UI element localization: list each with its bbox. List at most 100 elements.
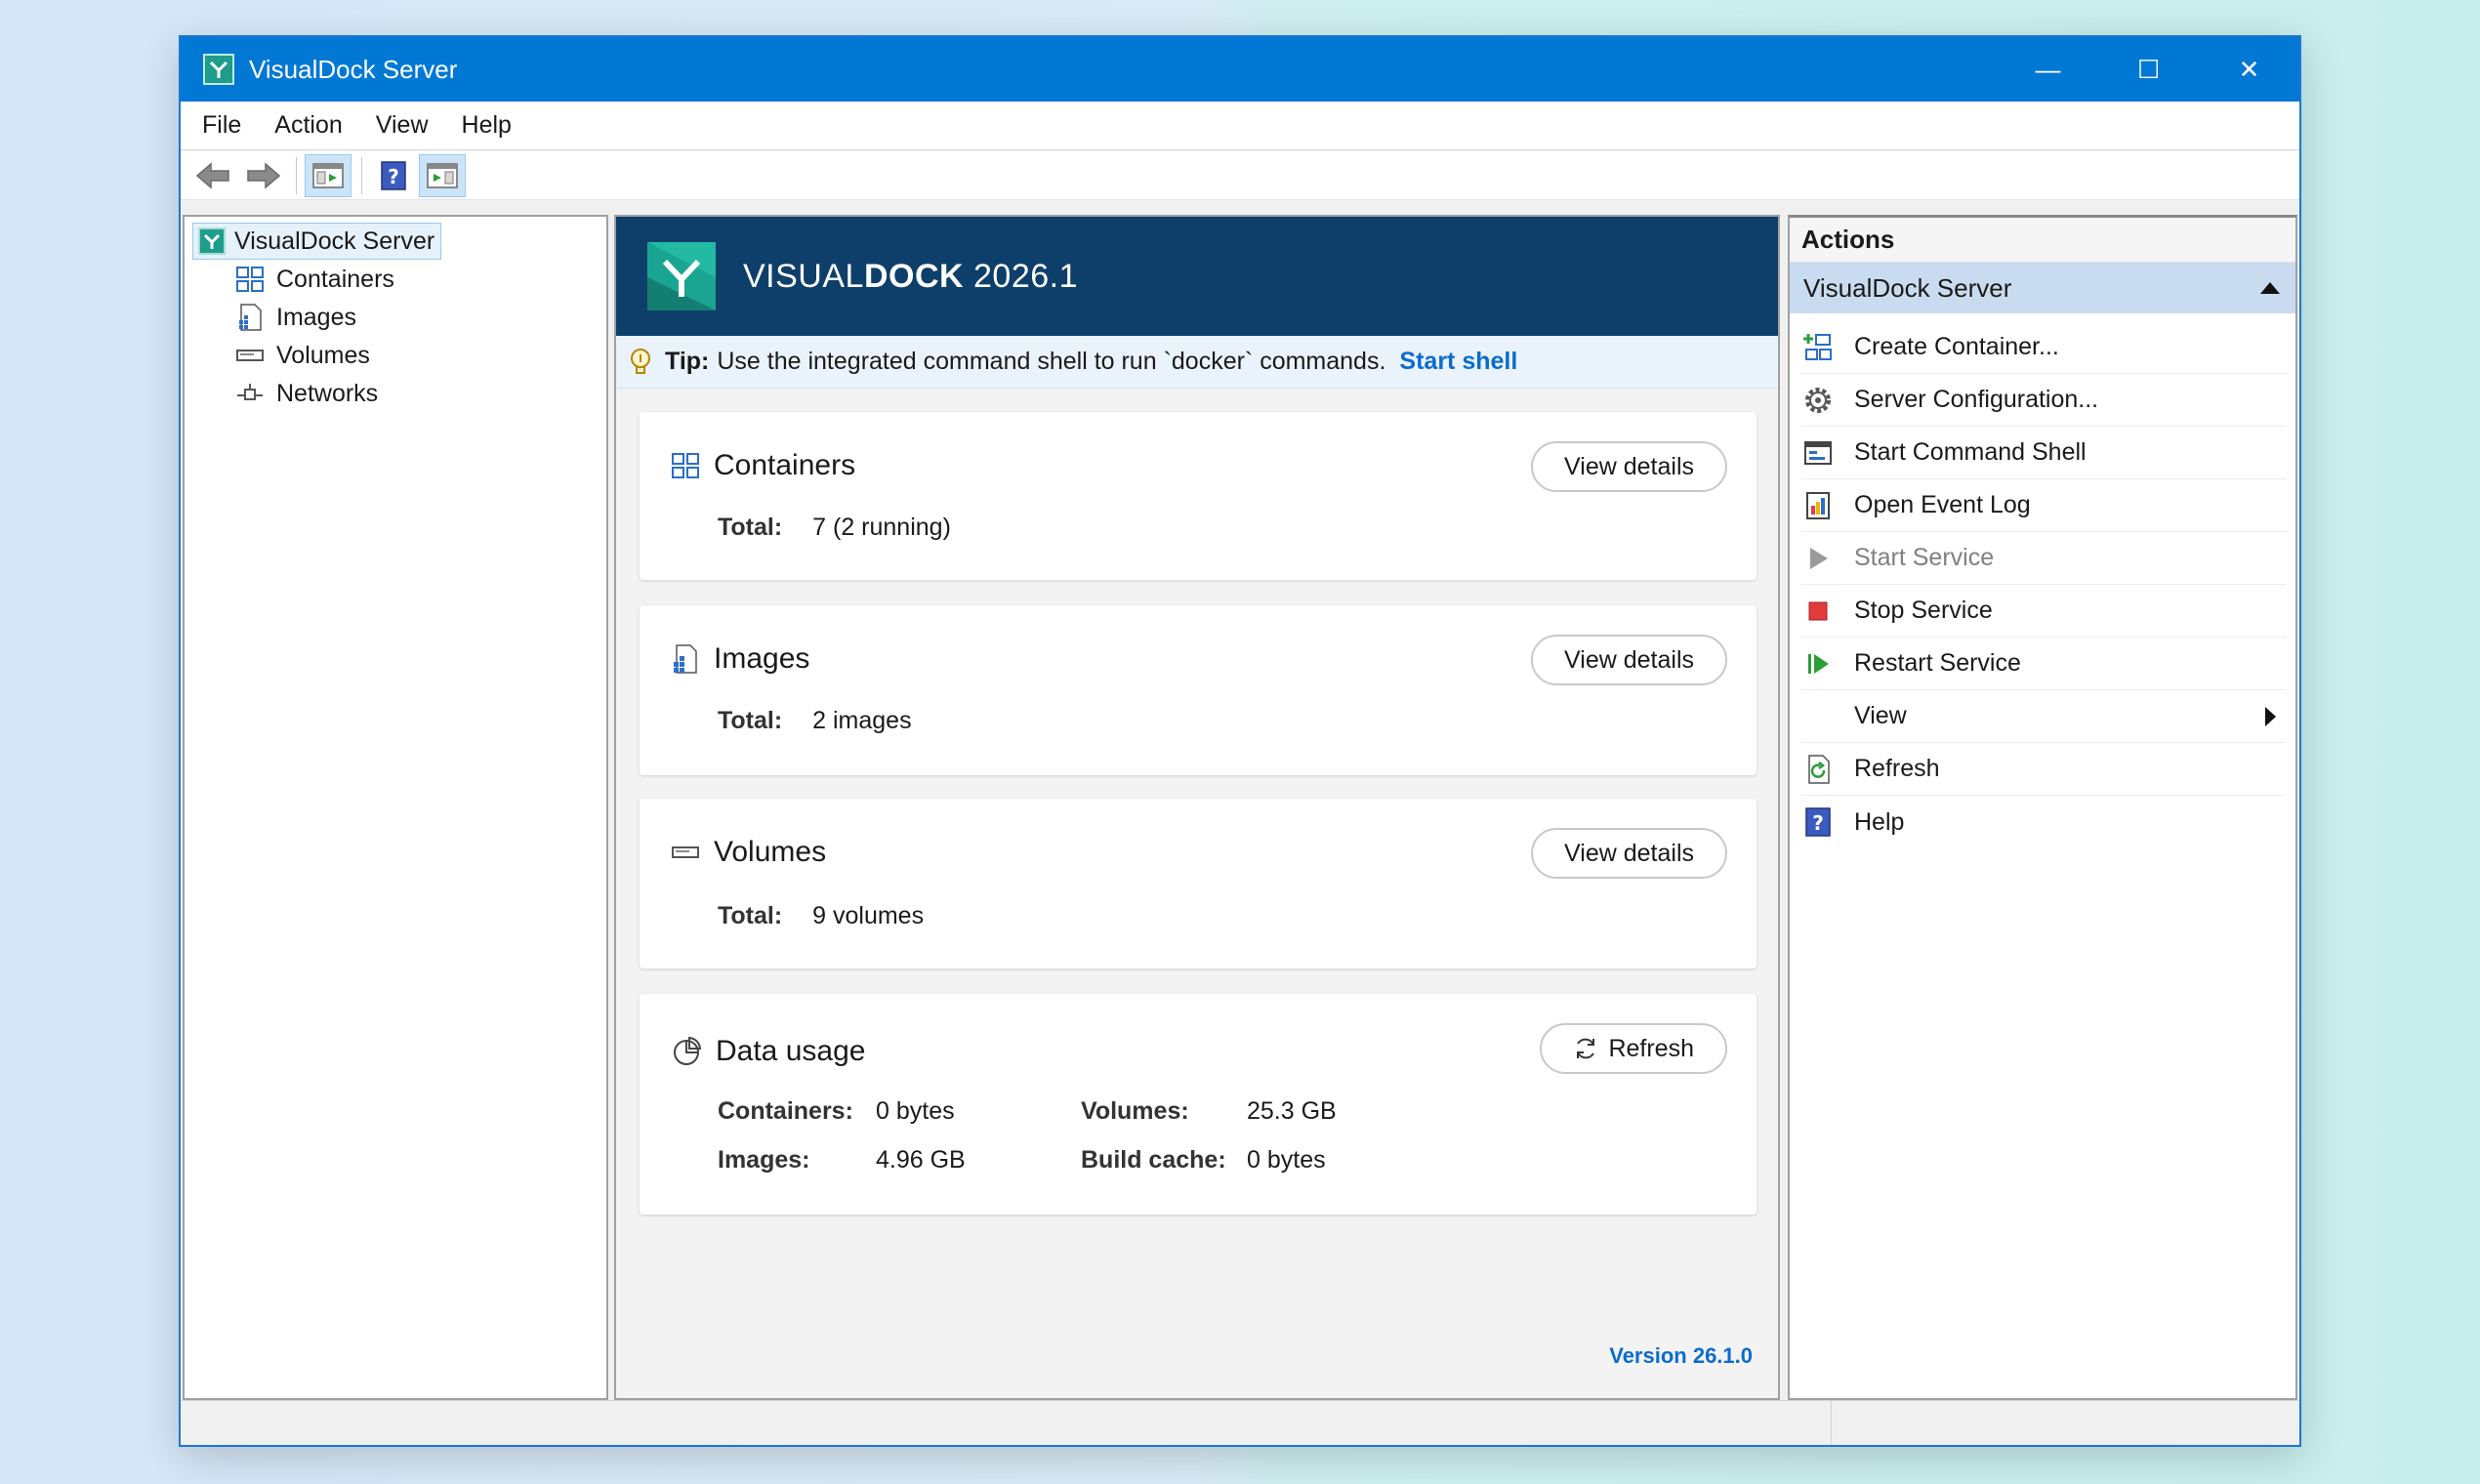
card-title: Containers (714, 449, 855, 482)
visualdock-app-icon (202, 53, 235, 86)
title-bar[interactable]: VisualDock Server — ☐ ✕ (181, 37, 2299, 102)
pie-chart-icon (671, 1036, 702, 1067)
button-label: View details (1564, 840, 1694, 868)
toolbar-separator (361, 157, 362, 194)
show-console-tree-button[interactable] (305, 154, 351, 197)
show-action-pane-button[interactable] (419, 154, 466, 197)
tree-item-images[interactable]: Images (235, 300, 356, 335)
submenu-arrow-icon (2265, 707, 2276, 726)
tree-root-visualdock-server[interactable]: VisualDock Server (192, 223, 441, 260)
usage-value: 0 bytes (1247, 1146, 1326, 1174)
action-start-command-shell[interactable]: Start Command Shell (1801, 427, 2286, 479)
containers-usage-row: Containers: (718, 1097, 853, 1126)
forward-button[interactable] (239, 154, 286, 197)
action-open-event-log[interactable]: Open Event Log (1801, 479, 2286, 532)
images-total-row: Total: 2 images (718, 707, 912, 735)
total-value: 2 images (812, 707, 911, 734)
tree-item-containers[interactable]: Containers (235, 262, 394, 297)
forward-arrow-icon (244, 161, 281, 190)
volumes-card: Volumes View details Total: 9 volumes (640, 799, 1757, 969)
action-stop-service[interactable]: Stop Service (1801, 585, 2286, 638)
button-label: View details (1564, 646, 1694, 675)
actions-header: Actions (1790, 218, 2295, 263)
images-view-details-button[interactable]: View details (1531, 635, 1727, 685)
app-window: VisualDock Server — ☐ ✕ File Action View… (179, 35, 2301, 1447)
toolbar: ? (181, 151, 2299, 200)
back-arrow-icon (195, 161, 232, 190)
tree-item-label: Volumes (276, 342, 370, 370)
back-button[interactable] (190, 154, 237, 197)
images-card: Images View details Total: 2 images (640, 605, 1757, 775)
action-label: Start Service (1854, 544, 1994, 572)
volumes-view-details-button[interactable]: View details (1531, 828, 1727, 879)
usage-label: Volumes: (1081, 1097, 1189, 1125)
brand-light: VISUAL (743, 258, 864, 295)
action-label: Create Container... (1854, 333, 2059, 361)
containers-icon (671, 452, 700, 479)
toolbar-separator (296, 157, 297, 194)
visualdock-server-icon (197, 227, 227, 256)
action-label: Stop Service (1854, 597, 1993, 625)
volumes-usage-row: Volumes: (1081, 1097, 1189, 1126)
total-value: 9 volumes (812, 902, 924, 929)
data-usage-refresh-button[interactable]: Refresh (1540, 1023, 1727, 1074)
version-label: Version 26.1.0 (1609, 1343, 1753, 1369)
create-container-icon (1802, 332, 1834, 363)
images-icon (235, 303, 265, 332)
start-shell-link[interactable]: Start shell (1399, 348, 1517, 376)
help-icon: ? (380, 160, 407, 191)
button-label: Refresh (1608, 1035, 1694, 1063)
product-banner: VISUALDOCK 2026.1 (616, 217, 1778, 336)
refresh-icon (1803, 754, 1833, 785)
menu-view[interactable]: View (359, 111, 445, 140)
total-label: Total: (718, 902, 782, 929)
maximize-button[interactable]: ☐ (2098, 37, 2199, 102)
actions-section-visualdock-server[interactable]: VisualDock Server (1790, 263, 2295, 313)
menu-file[interactable]: File (181, 111, 258, 140)
usage-label: Images: (718, 1146, 809, 1174)
brand-version: 2026.1 (964, 258, 1078, 295)
usage-value: 25.3 GB (1247, 1097, 1337, 1125)
usage-value: 4.96 GB (876, 1146, 966, 1174)
tree-item-networks[interactable]: Networks (235, 376, 378, 411)
action-create-container[interactable]: Create Container... (1801, 321, 2286, 374)
action-view-submenu[interactable]: View (1801, 690, 2286, 743)
action-label: Start Command Shell (1854, 438, 2087, 467)
total-label: Total: (718, 707, 782, 734)
build-cache-usage-value-cell: 0 bytes (1247, 1146, 1326, 1175)
containers-view-details-button[interactable]: View details (1531, 441, 1727, 492)
volumes-total-row: Total: 9 volumes (718, 902, 924, 930)
action-start-service[interactable]: Start Service (1801, 532, 2286, 585)
event-log-icon (1803, 490, 1833, 521)
action-refresh[interactable]: Refresh (1801, 743, 2286, 796)
minimize-button[interactable]: — (1998, 37, 2098, 102)
actions-pane: Actions VisualDock Server Create Contain… (1788, 215, 2297, 1400)
volumes-icon (235, 346, 265, 365)
action-restart-service[interactable]: Restart Service (1801, 638, 2286, 690)
help-toolbar-button[interactable]: ? (370, 154, 417, 197)
menu-action[interactable]: Action (258, 111, 358, 140)
console-tree-icon (311, 161, 345, 190)
action-label: Open Event Log (1854, 491, 2031, 519)
visualdock-logo (643, 238, 720, 314)
product-name: VISUALDOCK 2026.1 (743, 258, 1078, 296)
tree-item-volumes[interactable]: Volumes (235, 338, 370, 373)
action-server-configuration[interactable]: Server Configuration... (1801, 374, 2286, 427)
close-button[interactable]: ✕ (2199, 37, 2299, 102)
main-content: VISUALDOCK 2026.1 Tip: Use the integrate… (614, 215, 1780, 1400)
window-title: VisualDock Server (249, 55, 457, 85)
maximize-icon: ☐ (2137, 55, 2160, 85)
action-pane-icon (426, 161, 459, 190)
action-help[interactable]: ? Help (1801, 796, 2286, 848)
action-label: View (1854, 702, 1907, 730)
containers-icon (235, 266, 265, 293)
restart-icon (1804, 650, 1832, 678)
help-icon: ? (1804, 806, 1832, 838)
refresh-icon (1573, 1036, 1598, 1061)
terminal-icon (1803, 439, 1833, 467)
containers-card: Containers View details Total: 7 (2 runn… (640, 412, 1757, 580)
tree-item-label: Networks (276, 380, 378, 408)
menu-help[interactable]: Help (445, 111, 528, 140)
card-title: Images (714, 642, 809, 676)
images-icon (671, 643, 700, 675)
